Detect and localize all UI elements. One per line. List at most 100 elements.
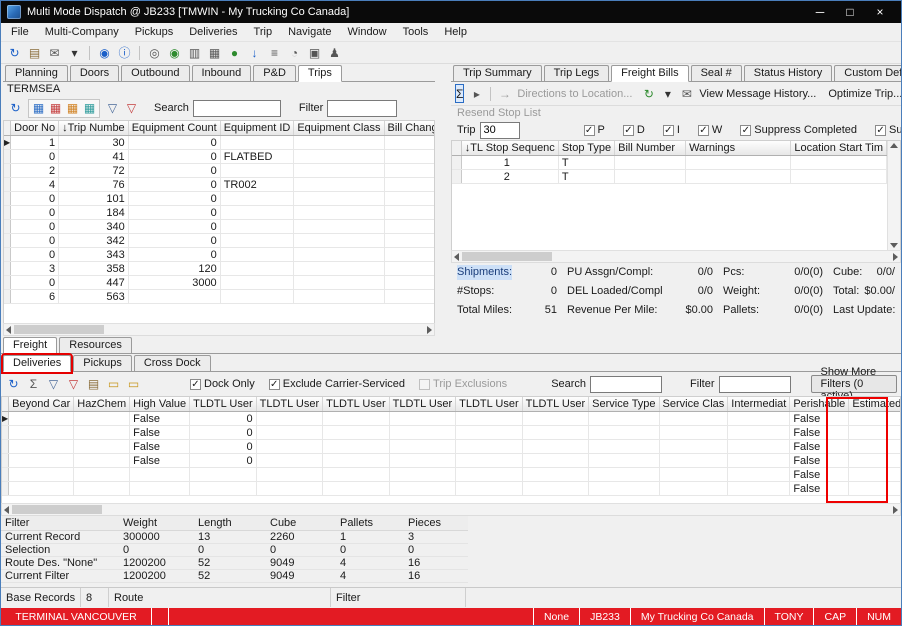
table-cell[interactable] — [4, 262, 11, 276]
table-cell[interactable] — [256, 412, 323, 426]
table-cell[interactable]: False — [790, 412, 849, 426]
column-header-trip-numbe[interactable]: ↓Trip Numbe — [59, 121, 129, 136]
subtab-deliveries[interactable]: Deliveries — [3, 355, 71, 372]
table-row[interactable]: Selection00000 — [1, 544, 468, 557]
table-cell[interactable]: False — [130, 440, 190, 454]
table-cell[interactable] — [522, 482, 589, 496]
table-cell[interactable] — [220, 290, 294, 304]
table-cell[interactable] — [220, 220, 294, 234]
table-cell[interactable]: 0 — [11, 206, 59, 220]
refresh-trip-icon[interactable]: ↻ — [640, 85, 657, 102]
menu-help[interactable]: Help — [436, 24, 475, 40]
column-header-service-type[interactable]: Service Type — [589, 397, 659, 412]
table-cell[interactable] — [4, 276, 11, 290]
column-header-tldtl-user[interactable]: TLDTL User — [323, 397, 390, 412]
table-cell[interactable] — [323, 426, 390, 440]
table-row[interactable]: Current Filter1200200529049416 — [1, 570, 468, 583]
table-cell[interactable] — [9, 412, 74, 426]
table-cell[interactable] — [294, 290, 384, 304]
table-cell[interactable] — [74, 440, 130, 454]
table-cell[interactable] — [384, 136, 435, 150]
table-cell[interactable]: FLATBED — [220, 150, 294, 164]
table-cell[interactable] — [728, 482, 790, 496]
table-cell[interactable]: 2 — [11, 164, 59, 178]
table-cell[interactable]: 0 — [11, 150, 59, 164]
menu-tools[interactable]: Tools — [395, 24, 437, 40]
table-cell[interactable] — [659, 426, 728, 440]
search-icon[interactable]: ◎ — [146, 44, 163, 61]
table-cell[interactable] — [384, 220, 435, 234]
table-cell[interactable] — [589, 482, 659, 496]
checkbox-su[interactable]: ✓Su — [875, 124, 902, 136]
table-cell[interactable] — [4, 150, 11, 164]
table-cell[interactable]: 2260 — [266, 531, 336, 544]
table-cell[interactable] — [791, 156, 887, 170]
table-cell[interactable]: False — [790, 440, 849, 454]
menu-window[interactable]: Window — [340, 24, 395, 40]
table-cell[interactable] — [294, 276, 384, 290]
journal-icon[interactable]: ▤ — [26, 44, 43, 61]
table-cell[interactable]: 0 — [190, 426, 257, 440]
message-icon[interactable]: ✉ — [678, 85, 695, 102]
column-header-pallets[interactable]: Pallets — [336, 516, 404, 531]
table-cell[interactable] — [615, 156, 686, 170]
table-row[interactable]: 2720 — [4, 164, 435, 178]
table-cell[interactable]: 4 — [336, 557, 404, 570]
table-cell[interactable] — [456, 440, 523, 454]
table-cell[interactable]: 2 — [461, 170, 558, 184]
table-cell[interactable]: 1200200 — [119, 570, 194, 583]
table-cell[interactable] — [384, 150, 435, 164]
column-header-pieces[interactable]: Pieces — [404, 516, 468, 531]
table-cell[interactable]: 6 — [11, 290, 59, 304]
column-header[interactable] — [452, 141, 461, 156]
table-cell[interactable] — [323, 482, 390, 496]
scroll-right-icon[interactable] — [427, 326, 432, 334]
table-cell[interactable] — [728, 412, 790, 426]
table-cell[interactable] — [849, 482, 901, 496]
table-cell[interactable] — [384, 164, 435, 178]
right-tab-trip-summary[interactable]: Trip Summary — [453, 65, 542, 81]
print-icon[interactable]: ▥ — [186, 44, 203, 61]
table-cell[interactable] — [4, 234, 11, 248]
checkbox-d[interactable]: ✓D — [623, 124, 645, 136]
table-cell[interactable]: Route Des. "None" — [1, 557, 119, 570]
table-cell[interactable] — [522, 412, 589, 426]
filter-clear-icon[interactable]: ▽ — [123, 100, 140, 117]
menu-multi-company[interactable]: Multi-Company — [37, 24, 127, 40]
table-row[interactable]: 1T — [452, 156, 887, 170]
column-header-weight[interactable]: Weight — [119, 516, 194, 531]
scroll-thumb[interactable] — [14, 325, 104, 334]
column-header-beyond-car[interactable]: Beyond Car — [9, 397, 74, 412]
table-cell[interactable] — [4, 248, 11, 262]
right-tab-custom-defs[interactable]: Custom Defs — [834, 65, 902, 81]
table-cell[interactable]: 358 — [59, 262, 129, 276]
table-row[interactable]: Route Des. "None"1200200529049416 — [1, 557, 468, 570]
menu-deliveries[interactable]: Deliveries — [181, 24, 245, 40]
refresh-icon[interactable]: ↻ — [7, 100, 24, 117]
table-row[interactable]: False0FalseFalse110 — [2, 426, 901, 440]
column-header-equipment-count[interactable]: Equipment Count — [128, 121, 220, 136]
table-cell[interactable]: 1200200 — [119, 557, 194, 570]
table-cell[interactable] — [323, 454, 390, 468]
table-cell[interactable] — [220, 164, 294, 178]
checkbox-suppress-completed[interactable]: ✓Suppress Completed — [740, 124, 857, 136]
view-message-history-button[interactable]: View Message History... — [699, 88, 816, 100]
table-cell[interactable] — [522, 454, 589, 468]
tab-freight[interactable]: Freight — [3, 337, 57, 354]
right-tab-status-history[interactable]: Status History — [744, 65, 832, 81]
column-header-tldtl-user[interactable]: TLDTL User — [256, 397, 323, 412]
table-cell[interactable]: 0 — [190, 440, 257, 454]
table-cell[interactable] — [4, 220, 11, 234]
table-row[interactable]: False0FalseFalse110 — [2, 440, 901, 454]
right-tab-freight-bills[interactable]: Freight Bills — [611, 65, 688, 82]
table-cell[interactable] — [384, 262, 435, 276]
left-tab-planning[interactable]: Planning — [5, 65, 68, 81]
sum-button[interactable]: Σ — [455, 84, 464, 103]
table-cell[interactable] — [294, 150, 384, 164]
table-cell[interactable]: Selection — [1, 544, 119, 557]
table-cell[interactable] — [294, 206, 384, 220]
table-cell[interactable] — [2, 482, 9, 496]
table-cell[interactable] — [190, 468, 257, 482]
table-row[interactable]: ▶1300 — [4, 136, 435, 150]
table-cell[interactable] — [659, 454, 728, 468]
